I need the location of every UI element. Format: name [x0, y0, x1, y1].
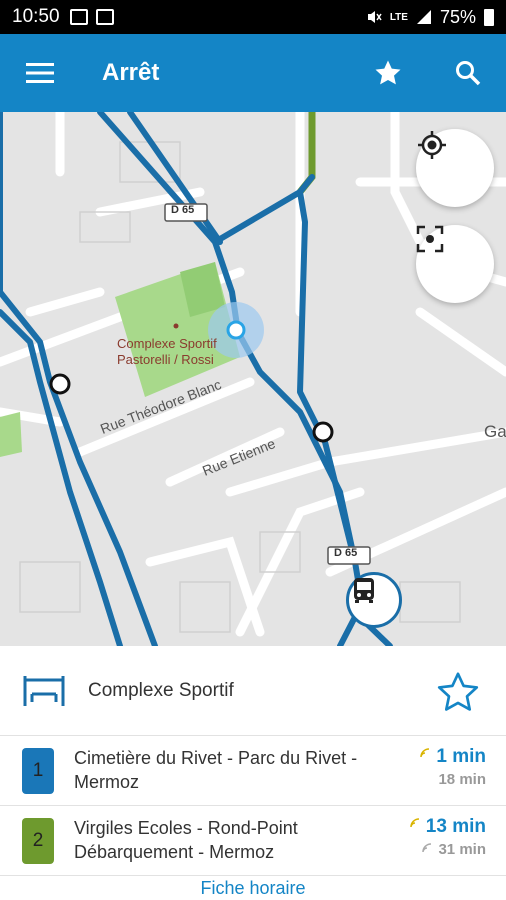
line-destination: Cimetière du Rivet - Parc du Rivet - Mer…	[74, 748, 358, 792]
favorites-button[interactable]	[360, 50, 416, 96]
fit-view-icon	[416, 225, 444, 253]
line-badge: 1	[22, 748, 54, 794]
following-departure: 18 min	[438, 771, 486, 788]
status-bar: 10:50 LTE 75%	[0, 0, 506, 34]
line-number: 1	[32, 760, 44, 781]
vehicle-marker[interactable]	[346, 572, 402, 628]
star-outline-icon	[437, 672, 479, 711]
battery-icon	[484, 8, 494, 26]
menu-icon	[26, 63, 54, 83]
page-title: Arrêt	[102, 59, 160, 86]
line-times: 13 min 31 min	[409, 816, 486, 858]
stop-panel: Complexe Sportif 1 Cimetière du Rivet - …	[0, 646, 506, 900]
fit-view-button[interactable]	[416, 225, 494, 303]
next-departure: 1 min	[420, 746, 486, 768]
stop-header: Complexe Sportif	[0, 646, 506, 736]
line-badge: 2	[22, 818, 54, 864]
poi-label: Pastorelli / Rossi	[117, 352, 214, 367]
road-ref-label: D 65	[334, 547, 358, 559]
locate-button[interactable]	[416, 129, 494, 207]
star-icon	[375, 60, 401, 85]
lte-icon: LTE	[389, 11, 408, 23]
realtime-icon	[409, 818, 419, 828]
next-departure: 13 min	[409, 816, 486, 838]
line-row[interactable]: 2 Virgiles Ecoles - Rond-Point Débarquem…	[0, 806, 506, 876]
bus-icon	[354, 578, 374, 603]
menu-button[interactable]	[0, 34, 80, 112]
bus-stop-icon	[23, 676, 65, 706]
line-row[interactable]: 1 Cimetière du Rivet - Parc du Rivet - M…	[0, 736, 506, 806]
favorite-stop-button[interactable]	[432, 666, 484, 718]
signal-icon	[416, 10, 431, 24]
line-destination: Virgiles Ecoles - Rond-Point Débarquemen…	[74, 818, 298, 862]
photo-icon	[95, 9, 114, 25]
search-button[interactable]	[440, 50, 496, 96]
stop-name: Complexe Sportif	[88, 680, 234, 701]
app-bar: Arrêt	[0, 34, 506, 112]
status-time: 10:50	[12, 6, 60, 27]
place-label: Ga	[484, 422, 506, 441]
realtime-icon	[420, 748, 430, 758]
poi-label: Complexe Sportif	[117, 336, 217, 351]
locate-icon	[418, 131, 446, 159]
timetable-link[interactable]: Fiche horaire	[0, 878, 506, 899]
line-times: 1 min 18 min	[420, 746, 486, 788]
gallery-icon	[69, 9, 88, 25]
road-ref-label: D 65	[171, 204, 195, 216]
realtime-icon	[422, 843, 432, 853]
following-departure: 31 min	[410, 841, 486, 858]
mute-icon	[367, 11, 382, 23]
battery-percent: 75%	[439, 6, 476, 27]
map-view[interactable]: D 65 D 65 Complexe Sportif Pastorelli / …	[0, 112, 506, 646]
search-icon	[456, 61, 481, 86]
line-number: 2	[32, 830, 44, 851]
